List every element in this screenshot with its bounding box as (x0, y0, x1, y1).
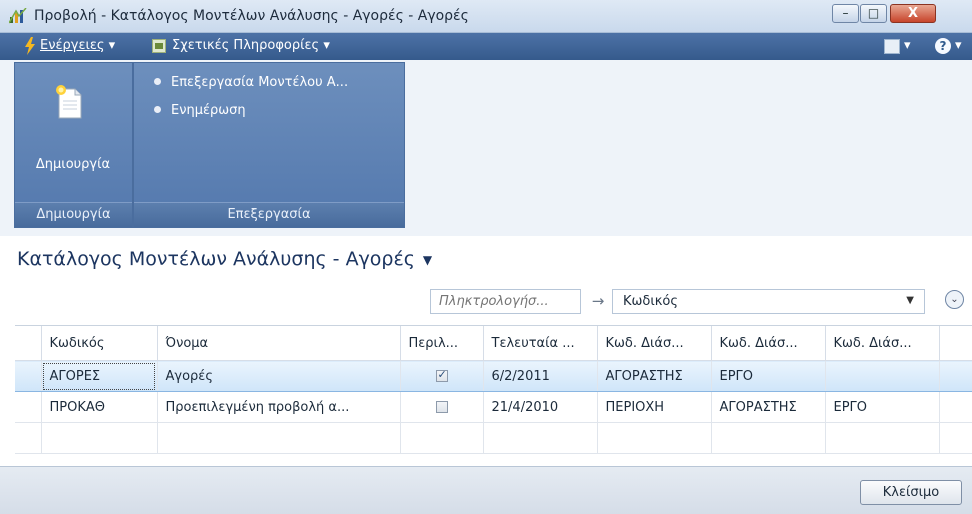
column-header[interactable]: Όνομα (157, 326, 401, 361)
last-date-cell[interactable]: 21/4/2010 (483, 391, 598, 423)
close-icon: X (907, 6, 919, 21)
close-button[interactable]: Κλείσιμο (860, 480, 962, 505)
bullet-icon (154, 106, 161, 113)
actions-label: Ενέργειες (40, 38, 105, 53)
included-cell[interactable] (400, 391, 484, 423)
code-cell[interactable]: ΑΓΟΡΕΣ (41, 360, 158, 392)
included-cell[interactable] (400, 360, 484, 392)
models-table: Κωδικός Όνομα Περιλ... Τελευταία ... Κωδ… (15, 325, 972, 462)
layout-icon[interactable] (884, 39, 900, 54)
empty-cell[interactable] (711, 422, 826, 454)
maximize-button[interactable]: □ (860, 4, 887, 23)
last-date-cell[interactable]: 6/2/2011 (483, 360, 598, 392)
filter-field-value: Κωδικός (623, 294, 679, 309)
empty-cell[interactable] (41, 422, 158, 454)
command-bar: Ενέργειες ▾ Σχετικές Πληροφορίες ▾ ▾ ? ▾ (0, 33, 972, 60)
row-selector-header (15, 326, 42, 361)
ribbon-group-edit: Επεξεργασία Μοντέλου Α... Ενημέρωση Επεξ… (133, 62, 405, 228)
column-header[interactable]: Τελευταία ... (483, 326, 598, 361)
table-row[interactable]: ΠΡΟΚΑΘ Προεπιλεγμένη προβολή α... 21/4/2… (15, 391, 972, 423)
row-selector[interactable] (15, 422, 42, 454)
column-header[interactable]: Κωδ. Διάσ... (825, 326, 940, 361)
window-title: Προβολή - Κατάλογος Μοντέλων Ανάλυσης - … (34, 8, 469, 24)
table-header-row: Κωδικός Όνομα Περιλ... Τελευταία ... Κωδ… (15, 326, 972, 361)
close-window-button[interactable]: X (890, 4, 936, 23)
help-icon[interactable]: ? (935, 38, 951, 54)
filler-cell (939, 391, 972, 423)
search-input[interactable] (430, 289, 581, 314)
ribbon-group-new: Δημιουργία Δημιουργία (14, 62, 133, 228)
chevron-down-icon[interactable]: ▾ (904, 38, 911, 53)
ribbon: Δημιουργία Δημιουργία Επεξεργασία Μοντέλ… (0, 60, 972, 236)
dimension-cell[interactable]: ΕΡΓΟ (711, 360, 826, 392)
empty-cell[interactable] (157, 422, 401, 454)
related-info-menu[interactable]: Σχετικές Πληροφορίες ▾ (172, 38, 330, 53)
filler-cell (939, 422, 972, 454)
name-cell[interactable]: Προεπιλεγμένη προβολή α... (157, 391, 401, 423)
empty-cell[interactable] (400, 422, 484, 454)
included-checkbox[interactable] (435, 368, 448, 382)
edit-analysis-model-button[interactable]: Επεξεργασία Μοντέλου Α... (154, 75, 348, 90)
chevron-down-icon: ▾ (108, 38, 116, 53)
table-row-empty[interactable] (15, 422, 972, 454)
lightning-icon (25, 37, 35, 55)
app-chart-icon (9, 8, 27, 24)
edit-analysis-model-label: Επεξεργασία Μοντέλου Α... (171, 75, 349, 90)
empty-cell[interactable] (825, 422, 940, 454)
new-button[interactable]: Δημιουργία (15, 63, 132, 203)
code-cell[interactable]: ΠΡΟΚΑΘ (41, 391, 158, 423)
column-header[interactable]: Περιλ... (400, 326, 484, 361)
chevron-down-icon: ▼ (422, 252, 433, 267)
bottom-bar: Κλείσιμο (0, 466, 972, 514)
row-selector[interactable] (15, 360, 42, 392)
expand-filter-icon[interactable]: ⌄ (945, 290, 964, 309)
dimension-cell[interactable]: ΠΕΡΙΟΧΗ (597, 391, 712, 423)
dimension-cell[interactable] (825, 360, 940, 392)
actions-menu[interactable]: Ενέργειες ▾ (40, 38, 115, 53)
name-cell[interactable]: Αγορές (157, 360, 401, 392)
column-header[interactable]: Κωδικός (41, 326, 158, 361)
minimize-icon: – (842, 6, 849, 20)
new-document-icon (56, 85, 82, 119)
page-title[interactable]: Κατάλογος Μοντέλων Ανάλυσης - Αγορές ▼ (17, 248, 432, 270)
chevron-down-icon[interactable]: ▾ (955, 38, 962, 53)
arrow-right-icon[interactable]: → (584, 290, 612, 313)
chevron-down-icon: ▼ (906, 295, 914, 306)
column-header (939, 326, 972, 361)
update-label: Ενημέρωση (171, 103, 246, 118)
related-info-label: Σχετικές Πληροφορίες (172, 38, 320, 53)
dimension-cell[interactable]: ΑΓΟΡΑΣΤΗΣ (597, 360, 712, 392)
title-bar: Προβολή - Κατάλογος Μοντέλων Ανάλυσης - … (0, 0, 972, 33)
new-button-label: Δημιουργία (35, 157, 111, 172)
column-header[interactable]: Κωδ. Διάσ... (711, 326, 826, 361)
minimize-button[interactable]: – (832, 4, 859, 23)
ribbon-group-label: Επεξεργασία (134, 202, 404, 227)
filler-cell (939, 360, 972, 392)
row-selector[interactable] (15, 391, 42, 423)
filter-field-select[interactable]: Κωδικός ▼ (612, 289, 925, 314)
update-button[interactable]: Ενημέρωση (154, 103, 246, 118)
empty-cell[interactable] (483, 422, 598, 454)
table-row[interactable]: ΑΓΟΡΕΣ Αγορές 6/2/2011 ΑΓΟΡΑΣΤΗΣ ΕΡΓΟ (15, 360, 972, 392)
dimension-cell[interactable]: ΕΡΓΟ (825, 391, 940, 423)
page-title-text: Κατάλογος Μοντέλων Ανάλυσης - Αγορές (17, 248, 415, 270)
included-checkbox[interactable] (435, 401, 448, 413)
dimension-cell[interactable]: ΑΓΟΡΑΣΤΗΣ (711, 391, 826, 423)
related-info-icon (152, 39, 166, 53)
column-header[interactable]: Κωδ. Διάσ... (597, 326, 712, 361)
chevron-down-icon: ▾ (323, 38, 330, 53)
bullet-icon (154, 78, 161, 85)
ribbon-group-label: Δημιουργία (15, 202, 132, 227)
empty-cell[interactable] (597, 422, 712, 454)
maximize-icon: □ (867, 6, 880, 20)
